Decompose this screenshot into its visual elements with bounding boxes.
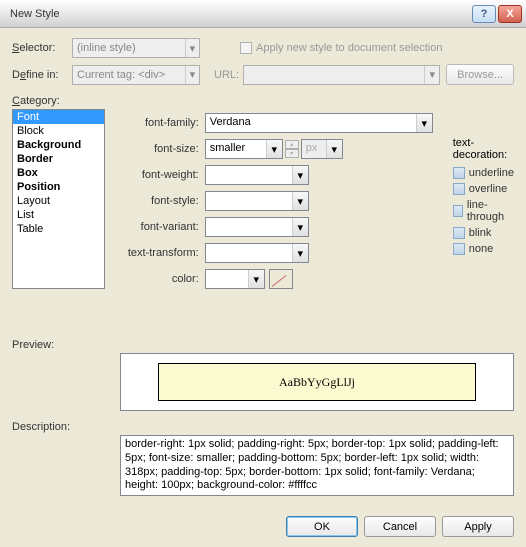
font-size-unit-dropdown: px ▾ (301, 139, 343, 159)
font-variant-dropdown[interactable]: ▾ (205, 217, 309, 237)
chevron-down-icon[interactable]: ▾ (416, 114, 432, 132)
font-style-dropdown[interactable]: ▾ (205, 191, 309, 211)
help-button[interactable]: ? (472, 5, 496, 23)
font-size-dropdown[interactable]: smaller ▾ (205, 139, 283, 159)
selector-combo: ▾ (72, 38, 200, 58)
font-family-value: Verdana (206, 114, 416, 132)
url-label: URL: (214, 69, 239, 81)
checkbox-icon (453, 205, 463, 217)
text-transform-dropdown[interactable]: ▾ (205, 243, 309, 263)
title-bar: New Style ? X (0, 0, 526, 28)
category-label: Category: (12, 95, 514, 107)
checkbox-icon (453, 167, 465, 179)
font-size-value: smaller (206, 140, 266, 158)
description-box: border-right: 1px solid; padding-right: … (120, 435, 514, 496)
font-size-unit: px (302, 140, 326, 158)
chevron-down-icon: ▾ (424, 66, 439, 84)
decor-underline[interactable]: underline (453, 167, 514, 179)
chevron-down-icon: ▾ (185, 66, 199, 84)
font-size-spinner: ▴ ▾ (285, 140, 299, 158)
chevron-down-icon[interactable]: ▾ (292, 244, 308, 262)
chevron-down-icon[interactable]: ▾ (292, 166, 308, 184)
font-size-label: font-size: (115, 143, 205, 155)
checkbox-icon (240, 42, 252, 54)
close-button[interactable]: X (498, 5, 522, 23)
chevron-down-icon: ▾ (326, 140, 342, 158)
text-decoration-label: text-decoration: (453, 137, 514, 161)
define-combo: ▾ (72, 65, 200, 85)
selector-input (73, 39, 185, 57)
url-combo: ▾ (243, 65, 440, 85)
decor-none[interactable]: none (453, 243, 514, 255)
color-label: color: (115, 273, 205, 285)
description-label: Description: (12, 421, 514, 433)
category-item-layout[interactable]: Layout (13, 194, 104, 208)
decor-blink[interactable]: blink (453, 227, 514, 239)
chevron-down-icon[interactable]: ▾ (248, 270, 264, 288)
apply-label: Apply new style to document selection (256, 42, 443, 54)
font-style-label: font-style: (115, 195, 205, 207)
chevron-down-icon: ▾ (185, 39, 199, 57)
chevron-down-icon[interactable]: ▾ (292, 218, 308, 236)
preview-text: AaBbYyGgLlJj (158, 363, 476, 401)
window-title: New Style (10, 8, 470, 20)
chevron-down-icon[interactable]: ▾ (292, 192, 308, 210)
category-item-font[interactable]: Font (13, 110, 104, 124)
category-item-box[interactable]: Box (13, 166, 104, 180)
text-transform-label: text-transform: (115, 247, 205, 259)
apply-button[interactable]: Apply (442, 516, 514, 537)
category-list[interactable]: FontBlockBackgroundBorderBoxPositionLayo… (12, 109, 105, 289)
preview-box: AaBbYyGgLlJj (120, 353, 514, 411)
define-label: Define in: (12, 69, 72, 81)
checkbox-icon (453, 243, 465, 255)
checkbox-icon (453, 227, 465, 239)
category-item-background[interactable]: Background (13, 138, 104, 152)
decor-overline[interactable]: overline (453, 183, 514, 195)
category-item-border[interactable]: Border (13, 152, 104, 166)
define-input (73, 66, 185, 84)
category-item-list[interactable]: List (13, 208, 104, 222)
apply-checkbox: Apply new style to document selection (240, 42, 443, 54)
font-family-label: font-family: (115, 117, 205, 129)
spin-up-icon: ▴ (285, 140, 299, 149)
chevron-down-icon[interactable]: ▾ (266, 140, 282, 158)
category-item-table[interactable]: Table (13, 222, 104, 236)
font-weight-label: font-weight: (115, 169, 205, 181)
ok-button[interactable]: OK (286, 516, 358, 537)
cancel-button[interactable]: Cancel (364, 516, 436, 537)
preview-label: Preview: (12, 339, 514, 351)
decor-line-through[interactable]: line-through (453, 199, 514, 223)
font-weight-dropdown[interactable]: ▾ (205, 165, 309, 185)
font-variant-label: font-variant: (115, 221, 205, 233)
url-input (244, 66, 424, 84)
color-swatch[interactable] (269, 269, 293, 289)
font-family-dropdown[interactable]: Verdana ▾ (205, 113, 433, 133)
checkbox-icon (453, 183, 465, 195)
selector-label: Selector: (12, 42, 72, 54)
category-item-position[interactable]: Position (13, 180, 104, 194)
category-item-block[interactable]: Block (13, 124, 104, 138)
spin-down-icon: ▾ (285, 149, 299, 158)
browse-button: Browse... (446, 64, 514, 85)
color-dropdown[interactable]: ▾ (205, 269, 265, 289)
